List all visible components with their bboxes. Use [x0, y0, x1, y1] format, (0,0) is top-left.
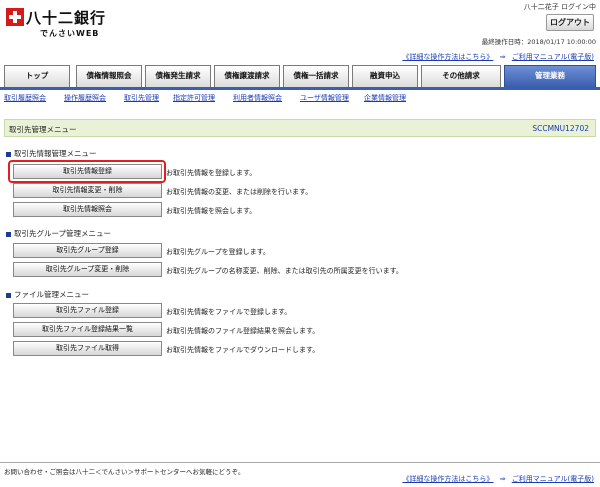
manual-link-bottom[interactable]: ご利用マニュアル(電子版): [512, 475, 594, 483]
group-edit-delete-desc: お取引先グループの名称変更、削除、または取引先の所属変更を行います。: [166, 267, 403, 275]
partner-inquiry-button[interactable]: 取引先情報照会: [13, 202, 162, 217]
partner-register-desc: お取引先情報を登録します。: [166, 169, 257, 177]
subnav-user-info[interactable]: 利用者情報照会: [233, 93, 282, 103]
logout-button[interactable]: ログアウト: [546, 14, 594, 31]
section-title-partner-group: 取引先グループ管理メニュー: [6, 228, 111, 239]
square-bullet-icon: [6, 292, 11, 298]
subnav-permission-management[interactable]: 指定許可管理: [173, 93, 215, 103]
support-contact-text: お問い合わせ・ご照会は八十二＜でんさい＞サポートセンターへお気軽にどうぞ。: [4, 468, 245, 476]
group-register-desc: お取引先グループを登録します。: [166, 248, 270, 256]
tab-debt-info[interactable]: 債権情報照会: [76, 65, 142, 87]
tab-other-request[interactable]: その他請求: [421, 65, 501, 87]
last-operation-time: 最終操作日時：2018/01/17 10:00:00: [481, 38, 596, 46]
file-register-desc: お取引先情報をファイルで登録します。: [166, 308, 292, 316]
partner-register-button[interactable]: 取引先情報登録: [13, 164, 162, 179]
group-register-button[interactable]: 取引先グループ登録: [13, 243, 162, 258]
group-edit-delete-button[interactable]: 取引先グループ変更・削除: [13, 262, 162, 277]
bank-name: 八十二銀行: [26, 9, 107, 27]
square-bullet-icon: [6, 231, 11, 237]
screen-code: SCCMNU12702: [532, 124, 589, 133]
tab-debt-transfer[interactable]: 債権譲渡請求: [214, 65, 280, 87]
file-result-list-desc: お取引先情報のファイル登録結果を照会します。: [166, 327, 320, 335]
bank-logo-icon: [6, 8, 24, 26]
main-nav: トップ 債権情報照会 債権発生請求 債権譲渡請求 債権一括請求 融資申込 その他…: [4, 65, 596, 87]
manual-link[interactable]: ご利用マニュアル(電子版): [512, 53, 594, 61]
square-bullet-icon: [6, 151, 11, 157]
service-name: でんさいWEB: [40, 29, 100, 38]
page-title: 取引先管理メニュー: [9, 125, 77, 134]
arrow-icon: ⇒: [499, 475, 506, 483]
file-register-button[interactable]: 取引先ファイル登録: [13, 303, 162, 318]
subnav-company-management[interactable]: 企業情報管理: [364, 93, 406, 103]
help-links-bottom: 《詳細な操作方法はこちら》 ⇒ ご利用マニュアル(電子版): [402, 474, 594, 484]
tab-debt-issue[interactable]: 債権発生請求: [145, 65, 211, 87]
tab-top[interactable]: トップ: [4, 65, 70, 87]
page-title-bar: 取引先管理メニュー SCCMNU12702: [4, 119, 596, 137]
section-title-file-management: ファイル管理メニュー: [6, 289, 89, 300]
tab-admin[interactable]: 管理業務: [504, 65, 596, 87]
header: 八十二銀行 でんさいWEB 八十二花子 ログイン中 ログアウト 最終操作日時：2…: [0, 0, 600, 48]
detailed-method-link[interactable]: 《詳細な操作方法はこちら》: [402, 53, 493, 61]
user-status: 八十二花子 ログイン中: [523, 3, 596, 11]
tab-bulk-request[interactable]: 債権一括請求: [283, 65, 349, 87]
arrow-icon: ⇒: [499, 53, 506, 61]
subnav-transaction-history[interactable]: 取引履歴照会: [4, 93, 46, 103]
file-download-button[interactable]: 取引先ファイル取得: [13, 341, 162, 356]
partner-edit-delete-button[interactable]: 取引先情報変更・削除: [13, 183, 162, 198]
partner-edit-delete-desc: お取引先情報の変更、または削除を行います。: [166, 188, 313, 196]
partner-inquiry-desc: お取引先情報を照会します。: [166, 207, 257, 215]
sub-nav: 取引履歴照会 操作履歴照会 取引先管理 指定許可管理 利用者情報照会 ユーザ情報…: [0, 87, 600, 105]
file-download-desc: お取引先情報をファイルでダウンロードします。: [166, 346, 320, 354]
bank-logo: 八十二銀行 でんさいWEB: [6, 6, 126, 42]
subnav-operation-history[interactable]: 操作履歴照会: [64, 93, 106, 103]
help-links-top: 《詳細な操作方法はこちら》 ⇒ ご利用マニュアル(電子版): [402, 52, 594, 62]
detailed-method-link-bottom[interactable]: 《詳細な操作方法はこちら》: [402, 475, 493, 483]
subnav-partner-management[interactable]: 取引先管理: [124, 93, 159, 103]
subnav-user-management[interactable]: ユーザ情報管理: [300, 93, 349, 103]
section-title-partner-info: 取引先情報管理メニュー: [6, 148, 97, 159]
file-result-list-button[interactable]: 取引先ファイル登録結果一覧: [13, 322, 162, 337]
tab-loan-application[interactable]: 融資申込: [352, 65, 418, 87]
